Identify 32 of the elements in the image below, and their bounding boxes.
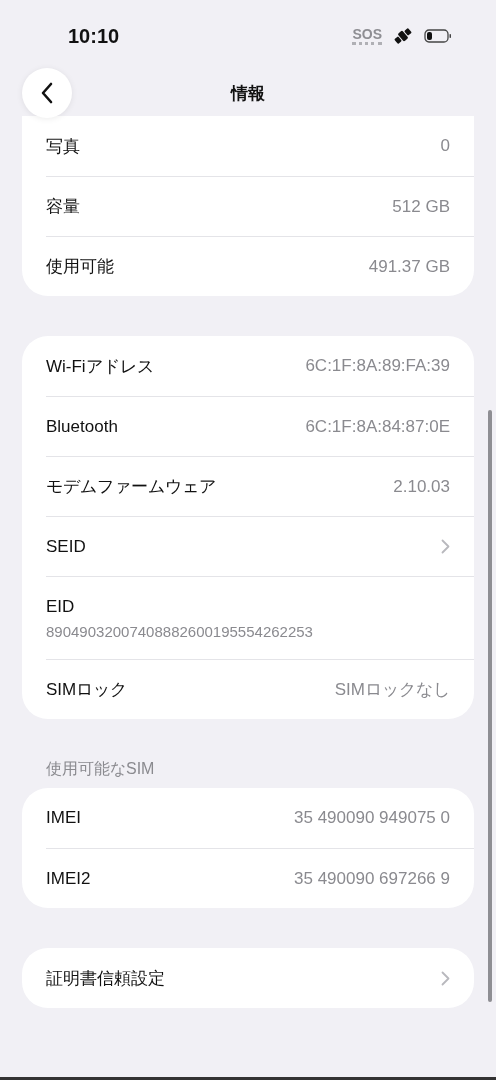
row-value: 491.37 GB bbox=[368, 256, 450, 277]
battery-icon bbox=[424, 29, 452, 43]
row-label: EID bbox=[46, 596, 75, 617]
chevron-icon[interactable] bbox=[441, 539, 450, 554]
row-label: IMEI bbox=[46, 808, 81, 828]
row-label: 容量 bbox=[46, 196, 80, 218]
sos-indicator: SOS bbox=[352, 27, 382, 45]
nav-title: 情報 bbox=[231, 82, 265, 105]
row-value: 0 bbox=[440, 136, 450, 156]
row-value: SIMロックなし bbox=[334, 679, 450, 701]
back-button[interactable] bbox=[22, 68, 72, 118]
satellite-icon bbox=[392, 26, 414, 46]
row-label: モデムファームウェア bbox=[46, 476, 216, 498]
row-label: SIMロック bbox=[46, 679, 128, 701]
row-label[interactable]: 証明書信頼設定 bbox=[46, 966, 165, 990]
row-value: 35 490090 949075 0 bbox=[294, 808, 450, 828]
row-value: 6C:1F:8A:84:87:0E bbox=[305, 416, 450, 437]
section-header: 使用可能なSIM bbox=[46, 759, 156, 779]
back-chevron-icon bbox=[40, 82, 54, 104]
row-label: Bluetooth bbox=[46, 416, 118, 437]
row-label: IMEI2 bbox=[46, 868, 91, 889]
status-time: 10:10 bbox=[68, 24, 120, 48]
row-label: 使用可能 bbox=[46, 256, 114, 278]
chevron-icon[interactable] bbox=[441, 970, 450, 986]
row-value: 35 490090 697266 9 bbox=[294, 868, 450, 889]
row-value: 6C:1F:8A:89:FA:39 bbox=[305, 356, 450, 376]
row-value: 2.10.03 bbox=[393, 476, 450, 497]
row-label[interactable]: SEID bbox=[46, 536, 86, 557]
row-label: 写真 bbox=[46, 135, 80, 158]
row-label: Wi-Fiアドレス bbox=[46, 355, 154, 378]
row-value: 89049032007408882600195554262253 bbox=[46, 622, 313, 640]
row-value: 512 GB bbox=[392, 196, 450, 217]
